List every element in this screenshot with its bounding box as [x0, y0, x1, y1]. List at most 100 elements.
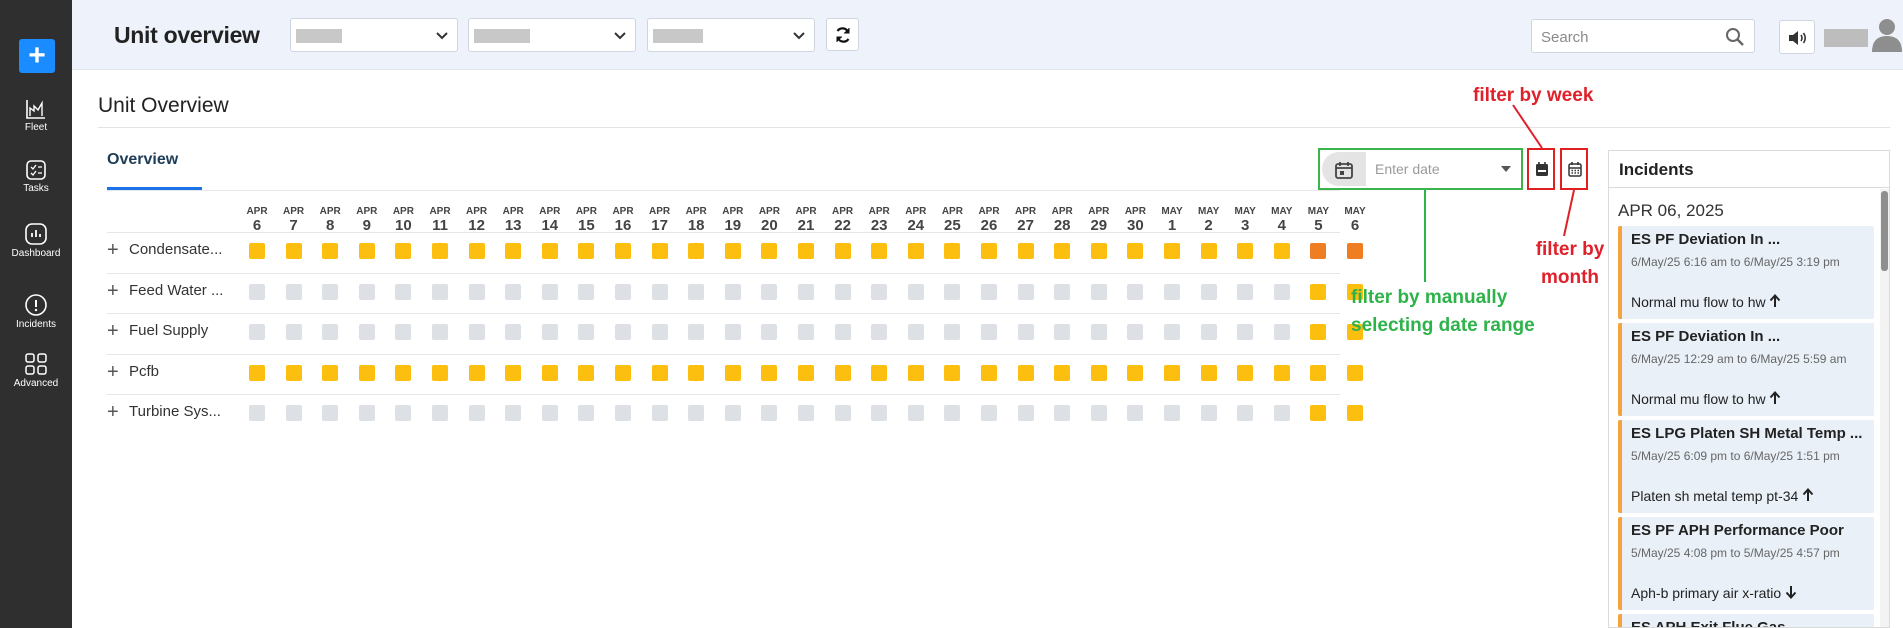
heatmap-cell-none[interactable]	[834, 283, 851, 300]
heatmap-cell-warn[interactable]	[834, 364, 851, 381]
plant-selector[interactable]	[290, 18, 458, 52]
incident-card[interactable]: ES PF Deviation In ... 6/May/25 12:29 am…	[1618, 323, 1874, 416]
heatmap-cell-none[interactable]	[798, 324, 814, 340]
avatar-icon[interactable]	[1871, 16, 1903, 52]
heatmap-cell-warn[interactable]	[615, 364, 631, 381]
heatmap-cell-none[interactable]	[468, 283, 485, 300]
sound-button[interactable]	[1779, 20, 1815, 54]
heatmap-cell-none[interactable]	[358, 405, 375, 421]
heatmap-cell-none[interactable]	[578, 324, 595, 340]
heatmap-cell-none[interactable]	[834, 324, 851, 340]
heatmap-cell-none[interactable]	[688, 283, 705, 300]
heatmap-cell-none[interactable]	[505, 405, 522, 421]
heatmap-cell-warn[interactable]	[1237, 243, 1254, 259]
heatmap-cell-none[interactable]	[468, 324, 485, 340]
filter-week-button[interactable]	[1527, 148, 1555, 190]
heatmap-cell-warn[interactable]	[1164, 364, 1180, 381]
heatmap-cell-warn[interactable]	[688, 364, 705, 381]
heatmap-cell-none[interactable]	[358, 283, 375, 300]
heatmap-cell-none[interactable]	[1237, 283, 1254, 300]
heatmap-cell-warn[interactable]	[871, 243, 888, 259]
heatmap-cell-warn[interactable]	[944, 243, 961, 259]
heatmap-cell-warn[interactable]	[724, 243, 741, 259]
heatmap-cell-warn[interactable]	[798, 243, 814, 259]
calendar-button[interactable]	[1322, 152, 1366, 186]
heatmap-cell-warn[interactable]	[505, 243, 522, 259]
heatmap-cell-warn[interactable]	[541, 243, 558, 259]
heatmap-cell-none[interactable]	[395, 405, 412, 421]
heatmap-cell-warn[interactable]	[798, 364, 814, 381]
heatmap-cell-none[interactable]	[724, 405, 741, 421]
heatmap-cell-none[interactable]	[1054, 324, 1071, 340]
heatmap-cell-none[interactable]	[468, 405, 485, 421]
heatmap-cell-none[interactable]	[615, 405, 631, 421]
heatmap-cell-none[interactable]	[1017, 283, 1034, 300]
heatmap-cell-warn[interactable]	[358, 364, 375, 381]
heatmap-cell-none[interactable]	[1090, 405, 1107, 421]
heatmap-cell-none[interactable]	[322, 405, 339, 421]
date-range-input[interactable]	[1375, 159, 1495, 179]
heatmap-cell-none[interactable]	[432, 283, 448, 300]
heatmap-cell-none[interactable]	[505, 283, 522, 300]
heatmap-cell-warn[interactable]	[1237, 364, 1254, 381]
heatmap-cell-warn[interactable]	[615, 243, 631, 259]
heatmap-cell-none[interactable]	[761, 283, 778, 300]
heatmap-cell-none[interactable]	[724, 283, 741, 300]
heatmap-cell-none[interactable]	[578, 283, 595, 300]
heatmap-cell-none[interactable]	[1164, 405, 1180, 421]
heatmap-cell-warn[interactable]	[1273, 243, 1290, 259]
heatmap-cell-none[interactable]	[651, 324, 668, 340]
heatmap-cell-warn[interactable]	[1347, 405, 1363, 421]
heatmap-cell-warn[interactable]	[1347, 364, 1363, 381]
caret-down-icon[interactable]	[1501, 166, 1511, 172]
heatmap-cell-none[interactable]	[541, 283, 558, 300]
heatmap-cell-none[interactable]	[1164, 283, 1180, 300]
heatmap-cell-none[interactable]	[761, 405, 778, 421]
heatmap-cell-none[interactable]	[249, 283, 265, 300]
heatmap-cell-none[interactable]	[1054, 283, 1071, 300]
heatmap-cell-warn[interactable]	[1017, 243, 1034, 259]
sidebar-item-fleet[interactable]: Fleet	[0, 98, 72, 133]
heatmap-cell-warn[interactable]	[651, 243, 668, 259]
heatmap-cell-none[interactable]	[944, 324, 961, 340]
heatmap-cell-none[interactable]	[944, 283, 961, 300]
incident-card[interactable]: ES PF APH Performance Poor 5/May/25 4:08…	[1618, 517, 1874, 610]
heatmap-cell-warn[interactable]	[1127, 364, 1144, 381]
heatmap-cell-warn[interactable]	[871, 364, 888, 381]
heatmap-cell-none[interactable]	[285, 283, 302, 300]
expand-plus-icon[interactable]: +	[107, 362, 123, 382]
heatmap-cell-none[interactable]	[1273, 324, 1290, 340]
heatmap-cell-warn[interactable]	[907, 364, 924, 381]
heatmap-cell-none[interactable]	[688, 405, 705, 421]
heatmap-cell-none[interactable]	[1127, 405, 1144, 421]
sidebar-item-tasks[interactable]: Tasks	[0, 159, 72, 194]
heatmap-cell-none[interactable]	[432, 324, 448, 340]
heatmap-cell-warn[interactable]	[1090, 243, 1107, 259]
heatmap-cell-warn[interactable]	[834, 243, 851, 259]
tab-overview[interactable]: Overview	[107, 151, 178, 169]
heatmap-cell-warn[interactable]	[1090, 364, 1107, 381]
unit-row-label[interactable]: + Condensate...	[107, 240, 222, 261]
heatmap-cell-warn[interactable]	[432, 243, 448, 259]
heatmap-cell-none[interactable]	[798, 283, 814, 300]
heatmap-cell-warn[interactable]	[1054, 364, 1071, 381]
heatmap-cell-warn[interactable]	[578, 243, 595, 259]
heatmap-cell-none[interactable]	[249, 324, 265, 340]
heatmap-cell-none[interactable]	[688, 324, 705, 340]
heatmap-cell-warn[interactable]	[761, 364, 778, 381]
heatmap-cell-none[interactable]	[1273, 283, 1290, 300]
heatmap-cell-warn[interactable]	[981, 364, 997, 381]
heatmap-cell-warn[interactable]	[1273, 364, 1290, 381]
sidebar-item-incidents[interactable]: Incidents	[0, 293, 72, 330]
heatmap-cell-warn[interactable]	[1017, 364, 1034, 381]
heatmap-cell-none[interactable]	[724, 324, 741, 340]
heatmap-cell-warn[interactable]	[944, 364, 961, 381]
heatmap-cell-none[interactable]	[615, 283, 631, 300]
heatmap-cell-warn[interactable]	[578, 364, 595, 381]
heatmap-cell-none[interactable]	[871, 283, 888, 300]
unit-row-label[interactable]: + Feed Water ...	[107, 281, 223, 302]
heatmap-cell-warn[interactable]	[761, 243, 778, 259]
heatmap-cell-warn[interactable]	[468, 364, 485, 381]
unit-row-label[interactable]: + Fuel Supply	[107, 321, 208, 342]
search-input[interactable]	[1541, 27, 1711, 47]
